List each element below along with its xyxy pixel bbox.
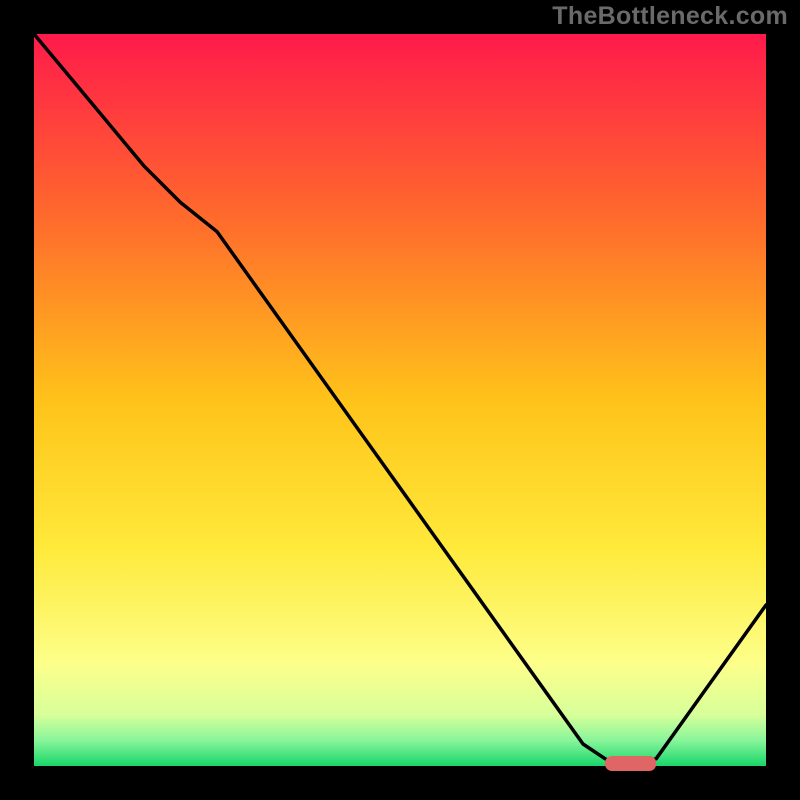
bottleneck-chart: TheBottleneck.com — [0, 0, 800, 800]
chart-svg — [0, 0, 800, 800]
chart-background — [34, 34, 766, 766]
optimal-marker — [605, 756, 656, 771]
watermark-text: TheBottleneck.com — [552, 2, 788, 31]
